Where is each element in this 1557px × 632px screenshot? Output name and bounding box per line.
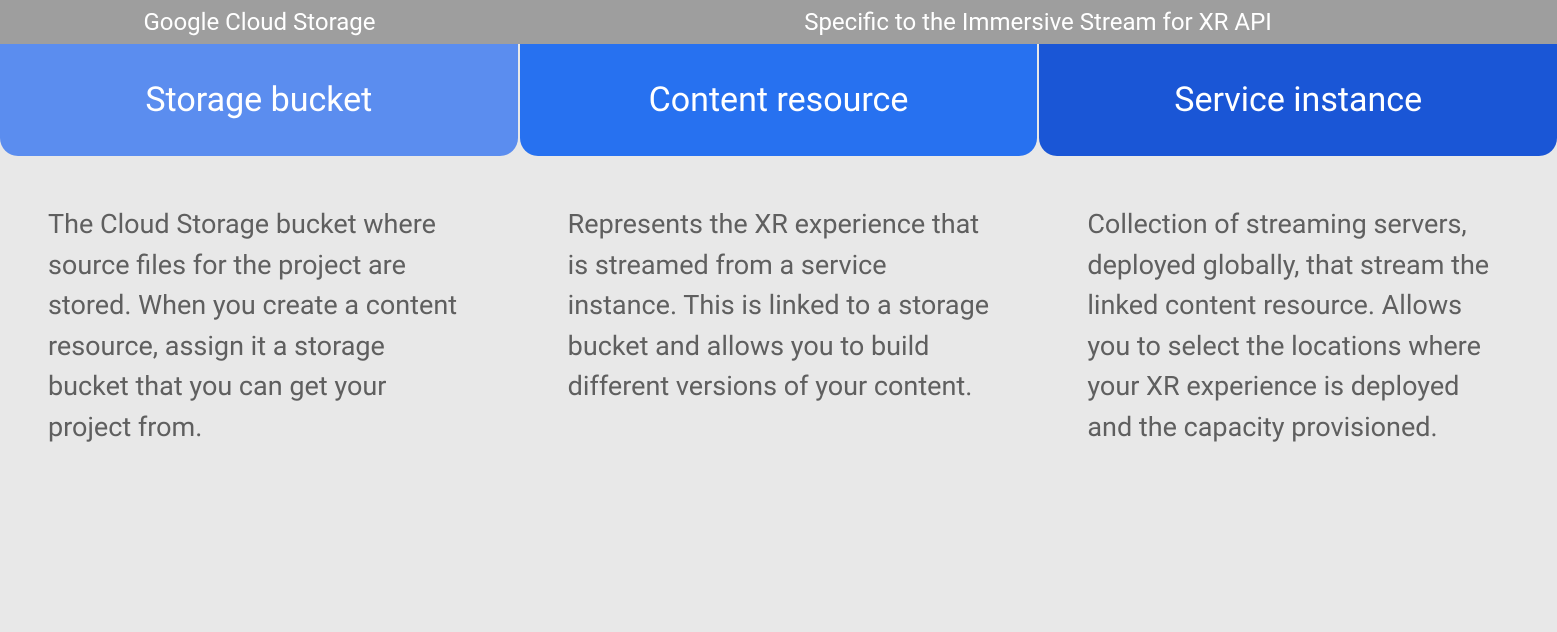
cards-row: Storage bucket The Cloud Storage bucket … bbox=[0, 44, 1557, 632]
card-description: Represents the XR experience that is str… bbox=[520, 156, 1038, 632]
card-title: Storage bucket bbox=[0, 44, 518, 156]
diagram-container: Google Cloud Storage Specific to the Imm… bbox=[0, 0, 1557, 632]
card-content-resource: Content resource Represents the XR exper… bbox=[520, 44, 1038, 632]
card-service-instance: Service instance Collection of streaming… bbox=[1039, 44, 1557, 632]
card-title: Service instance bbox=[1039, 44, 1557, 156]
header-right-label: Specific to the Immersive Stream for XR … bbox=[519, 0, 1557, 44]
header-row: Google Cloud Storage Specific to the Imm… bbox=[0, 0, 1557, 44]
card-description: Collection of streaming servers, deploye… bbox=[1039, 156, 1557, 632]
card-description: The Cloud Storage bucket where source fi… bbox=[0, 156, 518, 632]
card-storage-bucket: Storage bucket The Cloud Storage bucket … bbox=[0, 44, 518, 632]
card-title: Content resource bbox=[520, 44, 1038, 156]
header-left-label: Google Cloud Storage bbox=[0, 0, 519, 44]
